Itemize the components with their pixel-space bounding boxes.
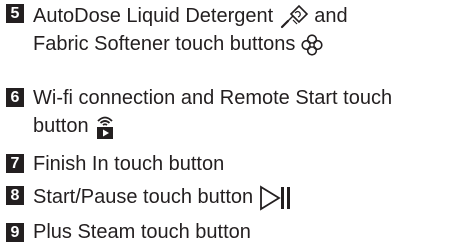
item-line-1: AutoDose Liquid Detergent and (33, 2, 348, 30)
item-number-badge: 8 (6, 186, 24, 205)
item-text: Fabric Softener touch buttons (33, 33, 296, 55)
item-text: Plus Steam touch button (33, 221, 251, 243)
item-description: AutoDose Liquid Detergent and Fabric Sof… (33, 2, 348, 58)
item-number-badge: 9 (6, 223, 24, 242)
fabric-softener-icon (301, 34, 323, 56)
item-line-2: button (33, 112, 392, 140)
item-number-badge: 5 (6, 4, 24, 23)
start-pause-icon (259, 184, 293, 212)
item-text: Finish In touch button (33, 153, 225, 175)
item-number-badge: 7 (6, 154, 24, 173)
item-line-2: Fabric Softener touch buttons (33, 30, 348, 58)
item-number-badge: 6 (6, 88, 24, 107)
item-line-1: Start/Pause touch button (33, 183, 293, 212)
item-description: Wi-fi connection and Remote Start touch … (33, 84, 392, 140)
item-description: Finish In touch button (33, 150, 224, 178)
detergent-icon (279, 4, 309, 30)
item-text: button (33, 115, 89, 137)
item-text: AutoDose Liquid Detergent (33, 5, 274, 27)
item-line-1: Wi-fi connection and Remote Start touch (33, 84, 392, 112)
item-text: Wi-fi connection and Remote Start touch (33, 87, 393, 109)
item-line-1: Finish In touch button (33, 150, 224, 178)
wifi-remote-start-icon (94, 114, 116, 140)
item-description: Start/Pause touch button (33, 183, 293, 212)
item-text: Start/Pause touch button (33, 186, 254, 208)
item-text: and (314, 5, 348, 27)
item-line-1: Plus Steam touch button (33, 218, 251, 246)
item-description: Plus Steam touch button (33, 218, 251, 246)
